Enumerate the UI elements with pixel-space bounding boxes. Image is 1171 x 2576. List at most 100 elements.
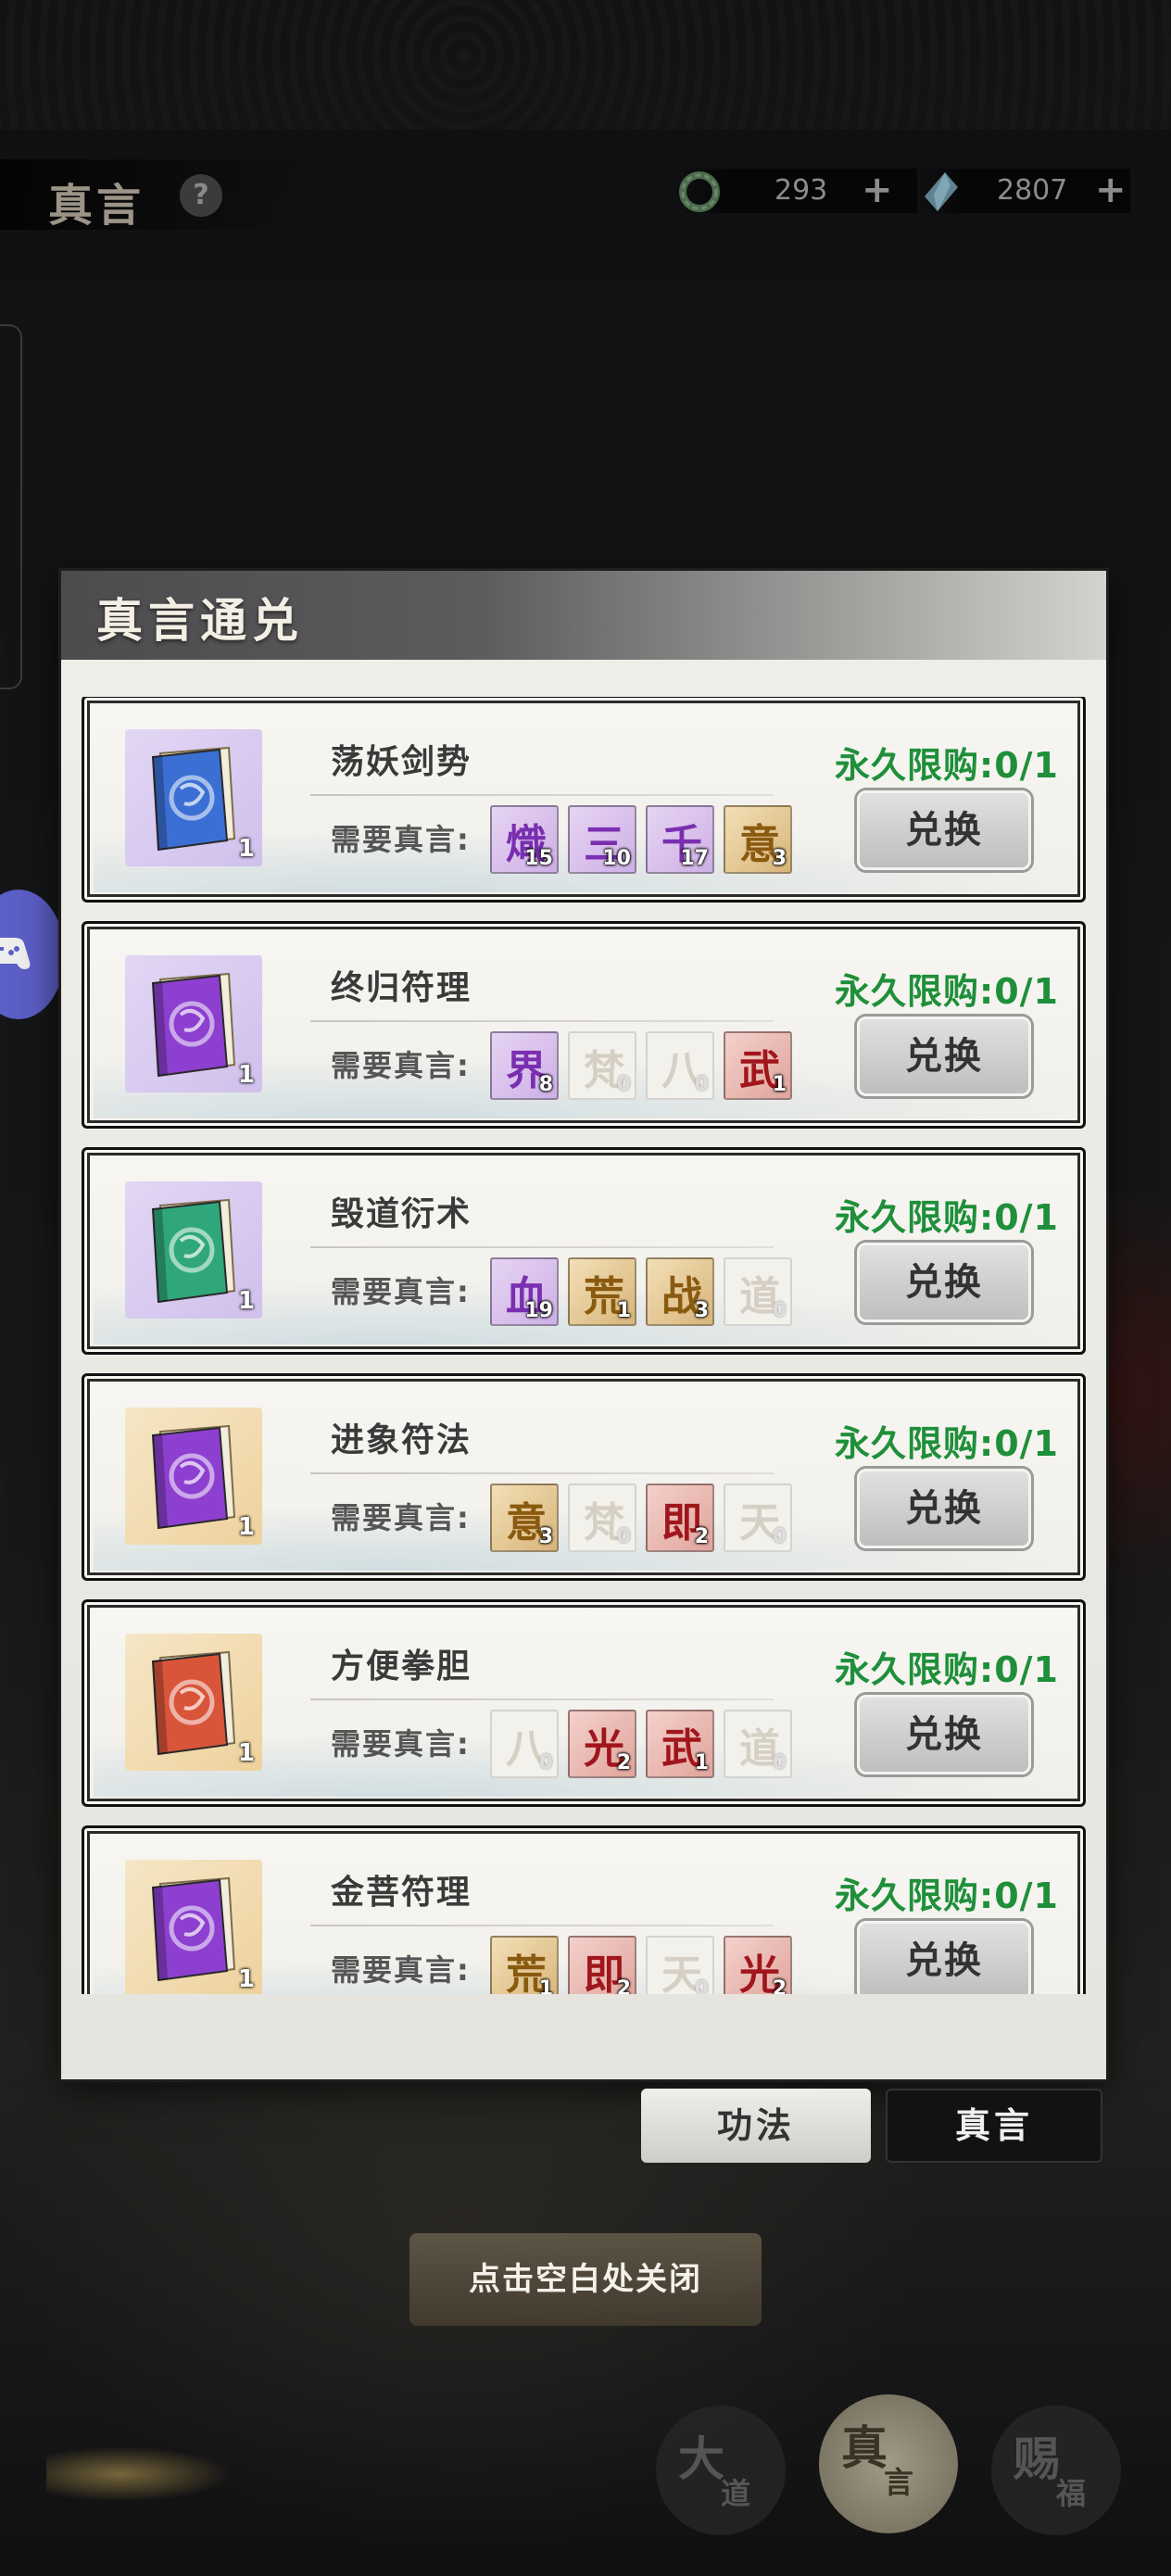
cost-glyph[interactable]: 熾 15: [490, 805, 559, 874]
title-plate: 真言 ?: [0, 159, 315, 232]
exchange-button[interactable]: 兑换: [857, 790, 1031, 870]
skill-book-icon[interactable]: 1: [125, 1634, 262, 1771]
divider: [310, 1925, 774, 1926]
side-drawer-tab[interactable]: [0, 324, 22, 689]
cost-glyph-count: 1: [616, 1299, 631, 1322]
divider: [310, 794, 774, 796]
divider: [310, 1472, 774, 1474]
brush-decoration: [46, 2446, 232, 2502]
cost-glyph-count: 3: [694, 1299, 709, 1322]
cost-glyph[interactable]: 即2: [568, 1936, 636, 1994]
dialog-title: 真言通兑: [96, 593, 304, 648]
item-count: 1: [237, 1287, 255, 1315]
cost-glyph-count: 0: [772, 1525, 787, 1548]
cost-glyph-count: 1: [538, 1977, 553, 1994]
cost-glyph[interactable]: 光2: [568, 1710, 636, 1778]
cost-glyph[interactable]: 天0: [646, 1936, 714, 1994]
cost-glyph[interactable]: 荒1: [568, 1257, 636, 1326]
crystal-icon: [925, 172, 958, 211]
exchange-button[interactable]: 兑换: [857, 1921, 1031, 1994]
exchange-button[interactable]: 兑换: [857, 1243, 1031, 1322]
cost-glyph[interactable]: 三 10: [568, 805, 636, 874]
cost-glyph-count: 8: [538, 1073, 553, 1096]
divider: [310, 1020, 774, 1022]
cost-glyph[interactable]: 意3: [724, 805, 792, 874]
skill-book-icon[interactable]: 1: [125, 1860, 262, 1994]
exchange-list[interactable]: 1 荡妖剑势 需要真言: 熾 15 三 10 千 17 意 3 永久限购:0/1 兑换 1 终归符理 需要真言…: [82, 697, 1086, 1994]
purchase-limit: 永久限购:0/1: [835, 1649, 1059, 1690]
skill-book-icon[interactable]: 1: [125, 1408, 262, 1545]
cost-glyph[interactable]: 武1: [646, 1710, 714, 1778]
purchase-limit: 永久限购:0/1: [835, 1875, 1059, 1916]
cost-glyph[interactable]: 意3: [490, 1484, 559, 1552]
cost-glyph-count: 0: [694, 1977, 709, 1994]
exchange-card: 1 进象符法需要真言: 意 3 梵 0 即 2 天 0 永久限购:0/1 兑换: [82, 1373, 1086, 1581]
page-title: 真言: [48, 180, 145, 232]
skill-book-icon[interactable]: 1: [125, 1181, 262, 1319]
cost-glyph[interactable]: 千 17: [646, 805, 714, 874]
cost-glyph[interactable]: 八0: [490, 1710, 559, 1778]
purchase-limit: 永久限购:0/1: [835, 1197, 1059, 1238]
gamepad-icon: [0, 938, 31, 969]
nav-zhenyan-small: 言: [884, 2465, 914, 2500]
exchange-card: 1 终归符理 需要真言: 界 8 梵 0 八 0 武 1 永久限购:0/1 兑换: [82, 921, 1086, 1129]
cost-glyph[interactable]: 道0: [724, 1257, 792, 1326]
cost-glyph[interactable]: 界8: [490, 1031, 559, 1100]
exchange-button[interactable]: 兑换: [857, 1469, 1031, 1548]
exchange-dialog: 真言通兑 1 荡妖剑势 需要真言: 熾 15 三 10 千 17 意 3 永久限购:0/1 兑换 1 终归符…: [61, 571, 1106, 2079]
purchase-limit: 永久限购:0/1: [835, 971, 1059, 1012]
exchange-button[interactable]: 兑换: [857, 1017, 1031, 1096]
cost-glyph[interactable]: 梵0: [568, 1031, 636, 1100]
item-name: 荡妖剑势: [331, 742, 472, 781]
item-name: 毁道衍术: [331, 1194, 472, 1233]
nav-dadao-button[interactable]: 大 道: [656, 2406, 786, 2535]
skill-book-icon[interactable]: 1: [125, 729, 262, 866]
cost-glyph-count: 2: [694, 1525, 709, 1548]
jade-resource: 293 +: [676, 169, 917, 213]
close-hint-button[interactable]: 点击空白处关闭: [409, 2233, 762, 2326]
cost-glyph-count: 2: [616, 1751, 631, 1774]
jade-icon: [679, 171, 720, 212]
crystal-add-button[interactable]: +: [1095, 169, 1127, 211]
item-count: 1: [237, 1739, 255, 1767]
requirement-label: 需要真言:: [331, 1952, 471, 1988]
item-name: 进象符法: [331, 1421, 472, 1459]
cost-glyph-count: 0: [772, 1299, 787, 1322]
cost-glyph[interactable]: 八0: [646, 1031, 714, 1100]
cost-glyph-count: 0: [694, 1073, 709, 1096]
cost-glyph[interactable]: 武1: [724, 1031, 792, 1100]
cost-glyph[interactable]: 荒1: [490, 1936, 559, 1994]
nav-zhenyan-button[interactable]: 真 言: [819, 2394, 958, 2533]
nav-dadao-big: 大: [678, 2431, 724, 2486]
cost-glyph[interactable]: 血 19: [490, 1257, 559, 1326]
cost-glyph[interactable]: 道0: [724, 1710, 792, 1778]
nav-cifu-button[interactable]: 赐 福: [991, 2406, 1121, 2535]
cost-glyph[interactable]: 光2: [724, 1936, 792, 1994]
purchase-limit: 永久限购:0/1: [835, 1423, 1059, 1464]
help-icon[interactable]: ?: [180, 174, 222, 217]
skill-book-icon[interactable]: 1: [125, 955, 262, 1092]
nav-dadao-small: 道: [721, 2476, 751, 2511]
exchange-button[interactable]: 兑换: [857, 1695, 1031, 1774]
requirement-label: 需要真言:: [331, 1500, 471, 1535]
item-count: 1: [237, 1965, 255, 1993]
dialog-header: 真言通兑: [61, 571, 1106, 660]
nav-zhenyan-big: 真: [841, 2420, 888, 2475]
item-name: 终归符理: [331, 968, 472, 1007]
tab-zhenyan[interactable]: 真言: [886, 2089, 1102, 2163]
cost-glyph-count: 15: [524, 847, 553, 870]
exchange-card: 1 方便拳胆 需要真言: 八 0 光 2 武 1 道 0 永久限购:0/1 兑换: [82, 1599, 1086, 1807]
divider: [310, 1698, 774, 1700]
jade-add-button[interactable]: +: [862, 169, 893, 211]
cost-glyph[interactable]: 天0: [724, 1484, 792, 1552]
cost-glyph[interactable]: 梵0: [568, 1484, 636, 1552]
cost-glyph-count: 0: [616, 1525, 631, 1548]
tab-gongfa[interactable]: 功法: [641, 2089, 871, 2163]
purchase-limit: 永久限购:0/1: [835, 745, 1059, 786]
cost-glyph-count: 1: [694, 1751, 709, 1774]
cost-glyph-count: 2: [616, 1977, 631, 1994]
crystal-resource: 2807 +: [917, 169, 1130, 213]
cost-glyph[interactable]: 战3: [646, 1257, 714, 1326]
jade-amount: 293: [774, 174, 828, 207]
cost-glyph[interactable]: 即2: [646, 1484, 714, 1552]
